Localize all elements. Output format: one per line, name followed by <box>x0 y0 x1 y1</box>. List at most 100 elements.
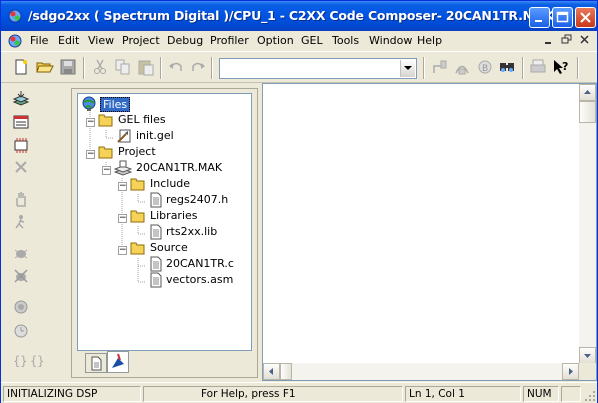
globe-icon <box>82 96 96 111</box>
find-icon[interactable] <box>498 58 516 76</box>
menu-profiler[interactable]: Profiler <box>210 34 249 47</box>
redo-icon[interactable] <box>189 58 207 76</box>
mdi-minimize-icon[interactable] <box>541 34 557 48</box>
project-file-icon <box>114 160 132 176</box>
new-file-icon[interactable] <box>12 58 30 76</box>
halt-hand-icon[interactable] <box>12 190 30 208</box>
svg-text:{}: {} <box>30 354 44 368</box>
scroll-left-button[interactable] <box>263 363 280 380</box>
status-bar: INITIALIZING DSP For Help, press F1 Ln 1… <box>1 382 597 403</box>
tree-label-libraries: Libraries <box>150 209 198 222</box>
scroll-right-button[interactable] <box>562 363 579 380</box>
title-bar[interactable]: /sdgo2xx ( Spectrum Digital )/CPU_1 - C2… <box>1 1 597 31</box>
arrow-left-icon <box>269 368 273 375</box>
tree-label-rts2xx: rts2xx.lib <box>166 225 218 238</box>
undo-icon[interactable] <box>167 58 185 76</box>
scroll-up-button[interactable] <box>579 84 596 101</box>
horizontal-scrollbar[interactable] <box>263 363 579 380</box>
tab-bookmarks[interactable] <box>107 351 129 373</box>
close-button[interactable] <box>575 7 596 28</box>
menu-option[interactable]: Option <box>257 34 294 47</box>
copy-icon[interactable] <box>114 58 132 76</box>
cpu-registers-icon[interactable] <box>12 136 30 154</box>
expander-gel[interactable]: − <box>86 118 95 127</box>
print-icon[interactable] <box>529 58 547 76</box>
save-icon[interactable] <box>59 58 77 76</box>
menu-window[interactable]: Window <box>369 34 412 47</box>
run-icon[interactable] <box>12 212 30 230</box>
menu-tools[interactable]: Tools <box>332 34 359 47</box>
mdi-close-icon[interactable] <box>577 34 593 48</box>
step-into-icon[interactable] <box>430 58 448 76</box>
menu-gel[interactable]: GEL <box>301 34 323 47</box>
vertical-scrollbar[interactable] <box>579 84 596 364</box>
tree-label-regs2407: regs2407.h <box>166 193 229 206</box>
arrow-down-icon <box>584 354 591 358</box>
expander-project[interactable]: − <box>86 150 95 159</box>
debug-toolbar: {} {} <box>1 84 44 381</box>
breakpoint-icon[interactable]: B <box>476 58 494 76</box>
expander-source[interactable]: − <box>118 246 127 255</box>
status-empty-pane <box>561 386 581 402</box>
menu-help[interactable]: Help <box>417 34 442 47</box>
tree-label-gel-files: GEL files <box>118 113 166 126</box>
scroll-corner <box>579 363 596 380</box>
step-over-icon[interactable] <box>453 58 471 76</box>
toolbar-separator <box>160 57 162 79</box>
folder-open-icon <box>98 146 113 159</box>
tree-label-files: Files <box>100 97 131 112</box>
tab-file-view[interactable] <box>85 353 107 373</box>
expander-include[interactable]: − <box>118 182 127 191</box>
remove-breakpoints-icon[interactable] <box>12 267 30 285</box>
maximize-button[interactable] <box>552 7 573 28</box>
profile-clock-icon[interactable] <box>12 321 30 339</box>
code-composer-app-icon[interactable] <box>7 8 23 24</box>
search-combo[interactable] <box>219 58 417 79</box>
menu-debug[interactable]: Debug <box>167 34 203 47</box>
disassembly-icon[interactable] <box>12 158 30 176</box>
open-folder-icon[interactable] <box>36 58 54 76</box>
toggle-breakpoint-icon[interactable] <box>12 244 30 262</box>
tree-label-makefile: 20CAN1TR.MAK <box>136 161 223 174</box>
source-file-icon <box>150 272 162 288</box>
main-window: /sdgo2xx ( Spectrum Digital )/CPU_1 - C2… <box>0 0 598 403</box>
bookmark-icon <box>112 353 124 368</box>
scroll-down-button[interactable] <box>579 347 596 364</box>
menu-file[interactable]: File <box>30 34 48 47</box>
source-file-icon <box>150 256 162 272</box>
paste-icon[interactable] <box>137 58 155 76</box>
folder-open-icon <box>130 242 145 255</box>
menu-project[interactable]: Project <box>122 34 160 47</box>
step-out-icon[interactable]: {} <box>29 352 47 370</box>
document-window-icon[interactable] <box>7 33 23 49</box>
minimize-button[interactable] <box>529 7 550 28</box>
memory-window-icon[interactable] <box>12 113 30 131</box>
expander-makefile[interactable]: − <box>102 166 111 175</box>
cut-icon[interactable] <box>91 58 109 76</box>
load-program-icon[interactable] <box>12 90 30 108</box>
probe-point-icon[interactable] <box>12 298 30 316</box>
menu-view[interactable]: View <box>88 34 114 47</box>
mdi-restore-icon[interactable] <box>559 34 575 48</box>
tree-label-include: Include <box>150 177 191 190</box>
editor-area[interactable] <box>262 83 597 381</box>
context-help-icon[interactable]: ? <box>552 58 570 76</box>
chevron-down-icon <box>404 66 412 70</box>
file-view-icon <box>91 356 102 371</box>
status-num: NUM <box>523 386 559 402</box>
resize-grip-icon[interactable] <box>584 390 596 402</box>
step-in-icon[interactable]: {} <box>12 352 30 370</box>
library-file-icon <box>150 224 162 240</box>
gel-file-icon <box>117 129 131 143</box>
toolbar-separator <box>423 57 425 79</box>
tree-label-project: Project <box>118 145 156 158</box>
expander-libraries[interactable]: − <box>118 214 127 223</box>
menu-bar: File Edit View Project Debug Profiler Op… <box>1 31 597 50</box>
horizontal-scroll-thumb[interactable] <box>280 363 292 380</box>
combo-arrow[interactable] <box>400 60 415 77</box>
menu-edit[interactable]: Edit <box>58 34 79 47</box>
vertical-scroll-thumb[interactable] <box>579 101 596 123</box>
toolbar-separator <box>522 57 524 79</box>
window-title: /sdgo2xx ( Spectrum Digital )/CPU_1 - C2… <box>28 8 554 23</box>
toolbar-separator <box>577 57 579 79</box>
